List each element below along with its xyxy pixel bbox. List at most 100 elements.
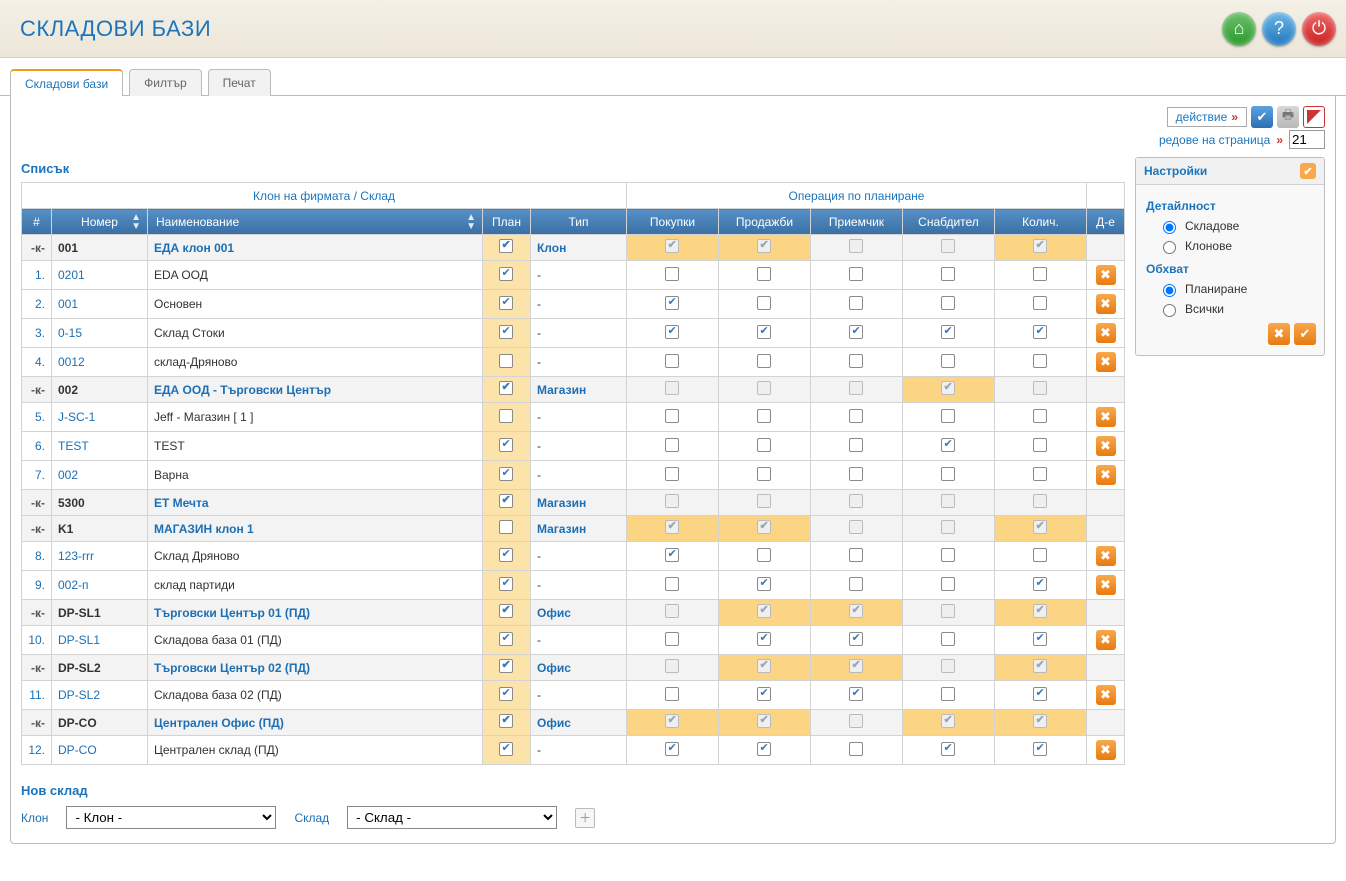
settings-toggle[interactable]: ✔ xyxy=(1300,163,1316,179)
row-number[interactable]: 002-п xyxy=(52,571,148,600)
checkbox[interactable] xyxy=(757,742,771,756)
col-supply[interactable]: Снабдител xyxy=(902,209,994,235)
row-number[interactable]: DP-CO xyxy=(52,736,148,765)
checkbox[interactable] xyxy=(665,548,679,562)
checkbox[interactable] xyxy=(1033,548,1047,562)
row-number[interactable]: DP-SL2 xyxy=(52,681,148,710)
plan-checkbox[interactable] xyxy=(499,325,513,339)
settings-apply-button[interactable]: ✔ xyxy=(1294,323,1316,345)
checkbox[interactable] xyxy=(941,548,955,562)
row-name[interactable]: МАГАЗИН клон 1 xyxy=(148,516,483,542)
delete-button[interactable]: ✖ xyxy=(1096,265,1116,285)
row-number[interactable]: K1 xyxy=(52,516,148,542)
checkbox[interactable] xyxy=(941,632,955,646)
plan-checkbox[interactable] xyxy=(499,687,513,701)
row-name[interactable]: Централен склад (ПД) xyxy=(148,736,483,765)
plan-checkbox[interactable] xyxy=(499,267,513,281)
checkbox[interactable] xyxy=(1033,438,1047,452)
checkbox[interactable] xyxy=(757,409,771,423)
rows-per-page-input[interactable] xyxy=(1289,130,1325,149)
plan-checkbox[interactable] xyxy=(499,604,513,618)
checkbox[interactable] xyxy=(849,742,863,756)
row-number[interactable]: DP-SL2 xyxy=(52,655,148,681)
plan-checkbox[interactable] xyxy=(499,714,513,728)
delete-button[interactable]: ✖ xyxy=(1096,630,1116,650)
logout-button[interactable]: ⏻ xyxy=(1302,12,1336,46)
row-name[interactable]: ЕДА ООД - Търговски Център xyxy=(148,377,483,403)
checkbox[interactable] xyxy=(941,577,955,591)
checkbox[interactable] xyxy=(665,325,679,339)
checkbox[interactable] xyxy=(1033,267,1047,281)
row-number[interactable]: 5300 xyxy=(52,490,148,516)
checkbox[interactable] xyxy=(757,687,771,701)
plan-checkbox[interactable] xyxy=(499,438,513,452)
checkbox[interactable] xyxy=(941,296,955,310)
radio-scope-all[interactable]: Всички xyxy=(1146,299,1316,319)
row-number[interactable]: 123-rrr xyxy=(52,542,148,571)
checkbox[interactable] xyxy=(941,409,955,423)
plan-checkbox[interactable] xyxy=(499,296,513,310)
col-name[interactable]: Наименование▲▼ xyxy=(148,209,483,235)
checkbox[interactable] xyxy=(757,632,771,646)
checkbox[interactable] xyxy=(849,548,863,562)
checkbox[interactable] xyxy=(1033,632,1047,646)
radio-detail-branches[interactable]: Клонове xyxy=(1146,236,1316,256)
save-button[interactable]: ✔ xyxy=(1251,106,1273,128)
row-number[interactable]: 0-15 xyxy=(52,319,148,348)
plan-checkbox[interactable] xyxy=(499,494,513,508)
add-button[interactable]: ＋ xyxy=(575,808,595,828)
checkbox[interactable] xyxy=(1033,687,1047,701)
plan-checkbox[interactable] xyxy=(499,409,513,423)
checkbox[interactable] xyxy=(1033,409,1047,423)
checkbox[interactable] xyxy=(849,267,863,281)
row-name[interactable]: Складова база 02 (ПД) xyxy=(148,681,483,710)
checkbox[interactable] xyxy=(1033,354,1047,368)
checkbox[interactable] xyxy=(941,742,955,756)
delete-button[interactable]: ✖ xyxy=(1096,323,1116,343)
sklad-select[interactable]: - Склад - xyxy=(347,806,557,829)
reset-button[interactable] xyxy=(1303,106,1325,128)
checkbox[interactable] xyxy=(1033,296,1047,310)
settings-cancel-button[interactable]: ✖ xyxy=(1268,323,1290,345)
row-name[interactable]: Търговски Център 02 (ПД) xyxy=(148,655,483,681)
row-name[interactable]: Склад Стоки xyxy=(148,319,483,348)
checkbox[interactable] xyxy=(849,354,863,368)
checkbox[interactable] xyxy=(665,467,679,481)
col-index[interactable]: # xyxy=(22,209,52,235)
plan-checkbox[interactable] xyxy=(499,548,513,562)
row-number[interactable]: DP-CO xyxy=(52,710,148,736)
row-name[interactable]: склад-Дряново xyxy=(148,348,483,377)
checkbox[interactable] xyxy=(757,577,771,591)
row-name[interactable]: склад партиди xyxy=(148,571,483,600)
row-name[interactable]: Jeff - Магазин [ 1 ] xyxy=(148,403,483,432)
plan-checkbox[interactable] xyxy=(499,381,513,395)
row-number[interactable]: TEST xyxy=(52,432,148,461)
row-number[interactable]: 002 xyxy=(52,461,148,490)
checkbox[interactable] xyxy=(849,687,863,701)
checkbox[interactable] xyxy=(941,267,955,281)
checkbox[interactable] xyxy=(1033,577,1047,591)
row-name[interactable]: TEST xyxy=(148,432,483,461)
delete-button[interactable]: ✖ xyxy=(1096,465,1116,485)
row-number[interactable]: 0201 xyxy=(52,261,148,290)
row-number[interactable]: 001 xyxy=(52,235,148,261)
checkbox[interactable] xyxy=(665,267,679,281)
row-name[interactable]: Варна xyxy=(148,461,483,490)
delete-button[interactable]: ✖ xyxy=(1096,575,1116,595)
print-button[interactable]: 🖶 xyxy=(1277,106,1299,128)
row-number[interactable]: DP-SL1 xyxy=(52,600,148,626)
plan-checkbox[interactable] xyxy=(499,239,513,253)
checkbox[interactable] xyxy=(665,687,679,701)
checkbox[interactable] xyxy=(665,296,679,310)
checkbox[interactable] xyxy=(941,438,955,452)
checkbox[interactable] xyxy=(665,742,679,756)
checkbox[interactable] xyxy=(849,467,863,481)
checkbox[interactable] xyxy=(665,354,679,368)
plan-checkbox[interactable] xyxy=(499,742,513,756)
row-name[interactable]: Основен xyxy=(148,290,483,319)
delete-button[interactable]: ✖ xyxy=(1096,407,1116,427)
row-number[interactable]: J-SC-1 xyxy=(52,403,148,432)
checkbox[interactable] xyxy=(757,548,771,562)
checkbox[interactable] xyxy=(665,409,679,423)
checkbox[interactable] xyxy=(849,632,863,646)
